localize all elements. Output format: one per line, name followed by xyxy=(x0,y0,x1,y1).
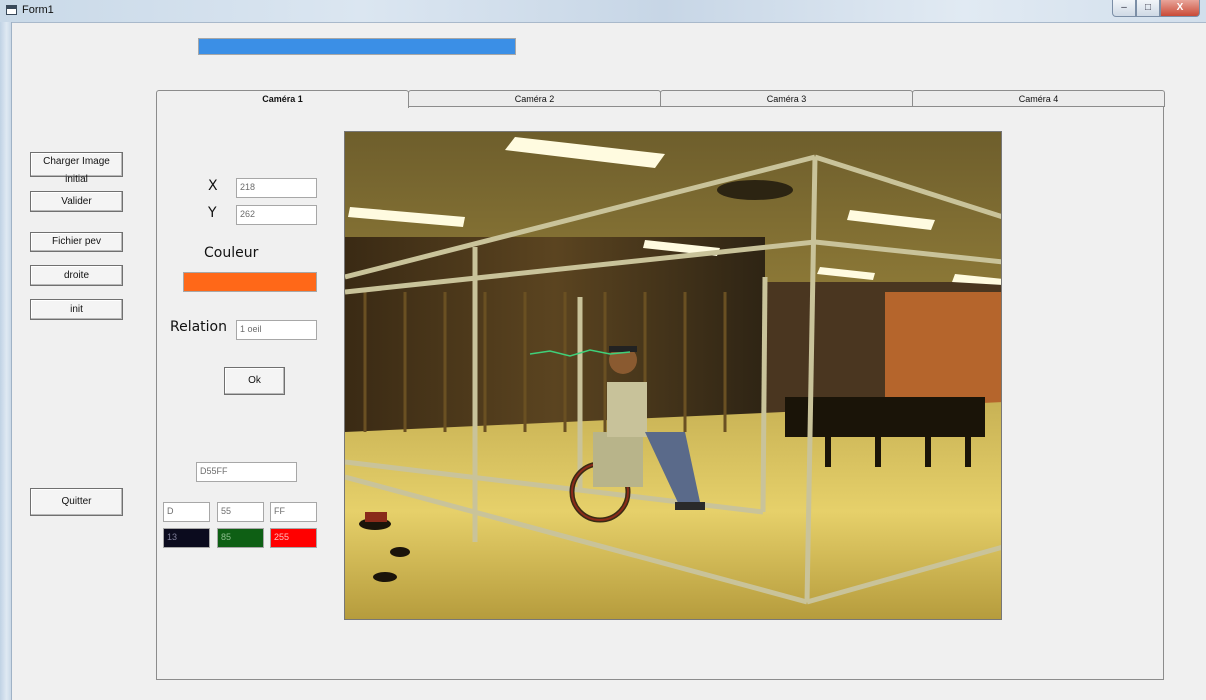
quit-button[interactable]: Quitter xyxy=(30,488,123,516)
relation-label: Relation xyxy=(170,319,227,335)
color-label: Couleur xyxy=(204,245,259,261)
blue-value-swatch: 255 xyxy=(270,528,317,548)
x-label: X xyxy=(208,178,218,194)
title-bar[interactable]: Form1 – □ X xyxy=(0,0,1206,23)
progress-bar xyxy=(198,38,516,55)
tab-camera-2[interactable]: Caméra 2 xyxy=(408,90,661,107)
hex-blue-field[interactable]: FF xyxy=(270,502,317,522)
x-field[interactable]: 218 xyxy=(236,178,317,198)
y-label: Y xyxy=(208,205,217,221)
window-icon xyxy=(6,5,17,15)
tab-camera-1[interactable]: Caméra 1 xyxy=(156,90,409,108)
right-button[interactable]: droite xyxy=(30,265,123,286)
hex-red-field[interactable]: D xyxy=(163,502,210,522)
hex-color-field[interactable]: D55FF xyxy=(196,462,297,482)
load-initial-image-button[interactable]: Charger Image initial xyxy=(30,152,123,185)
camera-scene xyxy=(345,132,1001,619)
red-value-swatch: 13 xyxy=(163,528,210,548)
selected-color-swatch xyxy=(183,272,317,292)
y-field[interactable]: 262 xyxy=(236,205,317,225)
maximize-button[interactable]: □ xyxy=(1136,0,1160,17)
hex-green-field[interactable]: 55 xyxy=(217,502,264,522)
close-button[interactable]: X xyxy=(1160,0,1200,17)
caption-buttons: – □ X xyxy=(1112,0,1200,18)
tab-camera-3[interactable]: Caméra 3 xyxy=(660,90,913,107)
pev-file-button[interactable]: Fichier pev xyxy=(30,232,123,252)
camera-image[interactable] xyxy=(344,131,1002,620)
main-window: Form1 – □ X Charger Image initial Valide… xyxy=(0,0,1206,700)
ok-button[interactable]: Ok xyxy=(224,367,285,395)
relation-field[interactable]: 1 oeil xyxy=(236,320,317,340)
minimize-button[interactable]: – xyxy=(1112,0,1136,17)
validate-button[interactable]: Valider xyxy=(30,191,123,212)
tab-camera-4[interactable]: Caméra 4 xyxy=(912,90,1165,107)
window-title: Form1 xyxy=(22,4,54,16)
window-border xyxy=(0,22,12,700)
init-button[interactable]: init xyxy=(30,299,123,320)
progress-fill xyxy=(199,39,515,54)
green-value-swatch: 85 xyxy=(217,528,264,548)
